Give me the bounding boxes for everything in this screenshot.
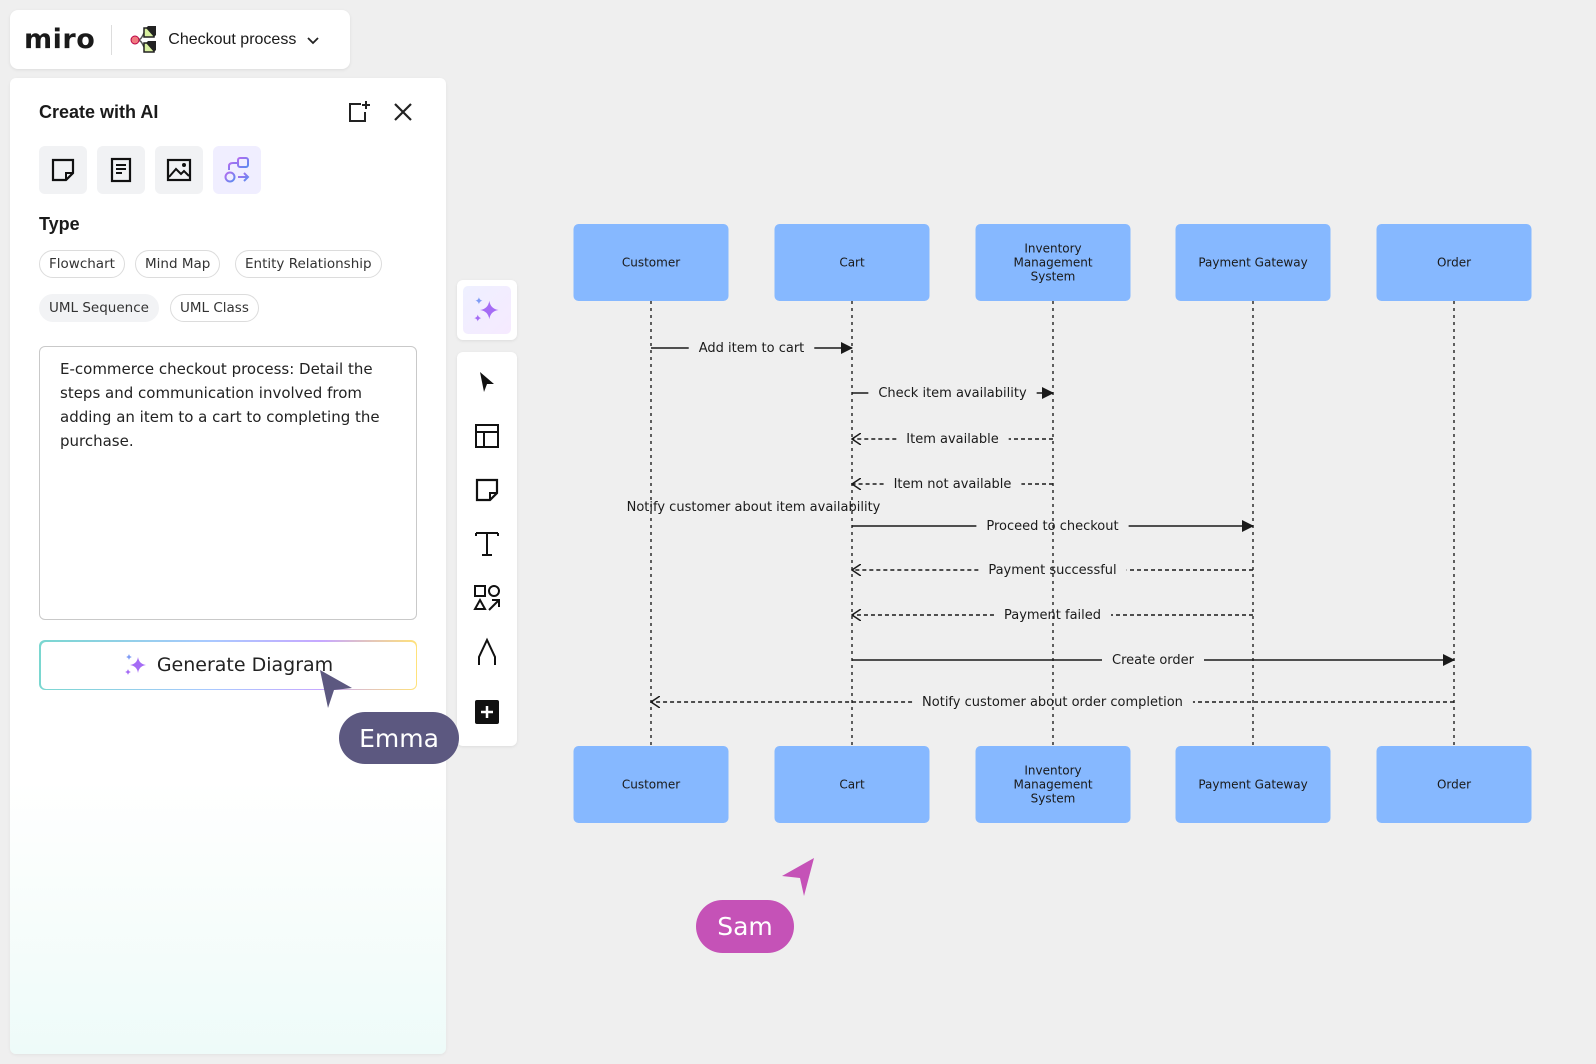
participant-box[interactable]: Payment Gateway — [1175, 746, 1331, 823]
text-tool[interactable] — [471, 528, 503, 560]
participant-box[interactable]: Customer — [573, 746, 729, 823]
board-header: miro Checkout process — [10, 10, 350, 69]
close-icon[interactable] — [391, 100, 415, 124]
type-chip-flowchart[interactable]: Flowchart — [39, 250, 125, 278]
message-label: Proceed to checkout — [986, 519, 1118, 534]
participant-label: Order — [1437, 256, 1471, 270]
participant-label: Payment Gateway — [1198, 256, 1307, 270]
diagram-board-icon — [130, 25, 157, 53]
sparkle-icon — [474, 297, 499, 322]
participant-label: Payment Gateway — [1198, 778, 1307, 792]
participant-label: Customer — [622, 778, 680, 792]
panel-title: Create with AI — [39, 102, 159, 122]
participant-label: Management — [1013, 778, 1092, 792]
participant-box[interactable]: InventoryManagementSystem — [975, 224, 1131, 301]
board-switcher[interactable]: Checkout process — [128, 24, 320, 56]
mode-diagram[interactable] — [213, 146, 261, 194]
participant-label: Customer — [622, 256, 680, 270]
generate-diagram-button[interactable]: Generate Diagram — [39, 640, 417, 690]
message-label: Payment failed — [1004, 608, 1101, 623]
emma-cursor-icon — [320, 670, 352, 708]
participant-label: Cart — [839, 256, 865, 270]
header-divider — [111, 24, 113, 55]
sticky-note-icon — [51, 158, 75, 182]
ai-assist-button[interactable] — [457, 280, 517, 340]
collaborator-label-sam: Sam — [696, 900, 794, 953]
participant-label: Order — [1437, 778, 1471, 792]
chevron-down-icon — [307, 36, 319, 44]
text-icon — [475, 532, 499, 556]
participant-label: Inventory — [1024, 242, 1081, 256]
participant-label: System — [1031, 792, 1076, 806]
mode-document[interactable] — [97, 146, 145, 194]
message-label: Payment successful — [988, 563, 1116, 578]
creation-toolbar — [457, 352, 517, 746]
mode-image[interactable] — [155, 146, 203, 194]
select-tool[interactable] — [471, 366, 503, 398]
templates-icon — [475, 424, 499, 448]
pen-icon — [478, 637, 496, 665]
message-label: Item not available — [894, 477, 1012, 492]
templates-tool[interactable] — [471, 420, 503, 452]
sticky-note-icon — [475, 478, 499, 502]
participant-box[interactable]: Customer — [573, 224, 729, 301]
participant-label: Management — [1013, 256, 1092, 270]
sparkle-icon — [124, 654, 146, 675]
collaborator-label-emma: Emma — [339, 712, 459, 764]
prompt-input[interactable] — [39, 346, 417, 620]
board-title: Checkout process — [168, 30, 297, 48]
type-chip-mind-map[interactable]: Mind Map — [135, 250, 221, 278]
shapes-icon — [473, 585, 500, 611]
mode-sticky-note[interactable] — [39, 146, 87, 194]
sticky-note-tool[interactable] — [471, 474, 503, 506]
shapes-tool[interactable] — [471, 582, 503, 614]
participant-box[interactable]: Payment Gateway — [1175, 224, 1331, 301]
type-chip-uml-class[interactable]: UML Class — [170, 294, 259, 322]
message-label: Check item availability — [878, 386, 1027, 401]
participant-box[interactable]: InventoryManagementSystem — [975, 746, 1131, 823]
type-chip-entity-relationship[interactable]: Entity Relationship — [235, 250, 382, 278]
generate-diagram-label: Generate Diagram — [156, 654, 334, 676]
diagram-icon — [224, 157, 250, 183]
image-icon — [166, 158, 192, 182]
add-more-icon — [475, 700, 499, 724]
sam-cursor-icon — [782, 858, 814, 896]
pen-tool[interactable] — [471, 636, 503, 668]
participant-label: Inventory — [1024, 764, 1081, 778]
message-label: Add item to cart — [699, 341, 805, 356]
message-label: Create order — [1112, 653, 1195, 668]
participant-box[interactable]: Order — [1376, 746, 1532, 823]
participant-box[interactable]: Cart — [774, 746, 930, 823]
add-more-button[interactable] — [471, 696, 503, 728]
create-with-ai-panel: Create with AI Type Flowchart Mind Map E… — [10, 78, 446, 1054]
document-icon — [110, 157, 132, 183]
message-label: Notify customer about item availability — [627, 500, 881, 515]
participant-label: System — [1031, 270, 1076, 284]
type-label: Type — [39, 214, 80, 234]
message-label: Item available — [906, 432, 998, 447]
message-label: Notify customer about order completion — [922, 695, 1183, 710]
miro-logo[interactable]: miro — [24, 24, 95, 55]
type-chip-uml-sequence[interactable]: UML Sequence — [39, 294, 159, 322]
new-frame-icon[interactable] — [347, 100, 371, 124]
participant-label: Cart — [839, 778, 865, 792]
select-cursor-icon — [480, 372, 494, 392]
participant-box[interactable]: Cart — [774, 224, 930, 301]
participant-box[interactable]: Order — [1376, 224, 1532, 301]
